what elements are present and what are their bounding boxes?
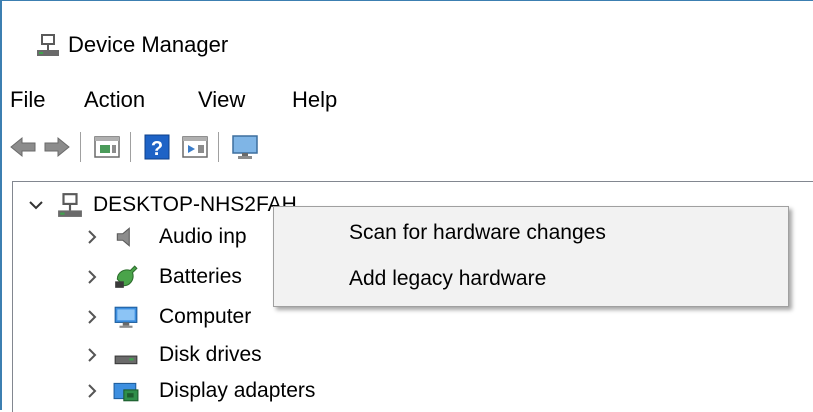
chevron-right-icon[interactable] [83,382,101,400]
update-driver-icon[interactable] [180,132,210,162]
tree-item-disk-drives[interactable]: Disk drives [13,340,413,370]
forward-icon[interactable] [42,132,72,162]
context-menu-item-label: Add legacy hardware [349,267,547,290]
toolbar-separator [218,132,219,162]
chevron-down-icon[interactable] [27,196,45,214]
tree-root-label: DESKTOP-NHS2FAH [93,193,297,216]
window-title: Device Manager [68,32,229,57]
device-manager-window: Device Manager File Action View Help ? D… [0,0,813,412]
svg-text:?: ? [151,138,163,160]
toolbar: ? [2,123,813,171]
chevron-right-icon[interactable] [83,228,101,246]
toolbar-separator [130,132,131,162]
speaker-icon [116,227,130,247]
tree-item-label: Computer [159,305,252,328]
tree-item-label: Audio inp [159,225,247,248]
tree-item-label: Batteries [159,265,242,288]
context-menu-item-label: Scan for hardware changes [349,221,606,244]
back-icon[interactable] [8,132,38,162]
disk-drive-icon [114,355,138,365]
toolbar-separator [80,132,81,162]
battery-icon [115,265,138,288]
tree-item-display-adapters[interactable]: Display adapters [13,376,413,406]
tree-item-label: Disk drives [159,343,262,366]
monitor-icon [114,306,138,328]
context-menu-item-add-legacy[interactable]: Add legacy hardware [275,257,787,301]
menu-file[interactable]: File [6,85,49,115]
tree-item-label: Display adapters [159,379,316,402]
help-icon[interactable]: ? [142,132,172,162]
chevron-right-icon[interactable] [83,346,101,364]
properties-icon[interactable] [92,132,122,162]
monitor-icon[interactable] [230,132,260,162]
device-manager-app-icon [37,34,59,56]
context-menu-item-scan[interactable]: Scan for hardware changes [275,211,787,255]
computer-network-icon [58,193,82,217]
chevron-right-icon[interactable] [83,308,101,326]
chevron-right-icon[interactable] [83,268,101,286]
menu-action[interactable]: Action [80,85,149,115]
title-bar[interactable]: Device Manager [2,1,813,73]
menu-view[interactable]: View [194,85,249,115]
display-adapter-icon [113,382,139,402]
menu-bar: File Action View Help [2,81,813,121]
context-menu: Scan for hardware changes Add legacy har… [273,206,789,307]
menu-help[interactable]: Help [288,85,341,115]
